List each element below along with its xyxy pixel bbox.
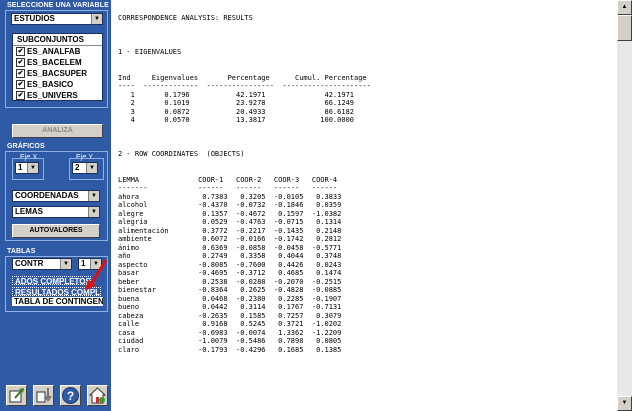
checkbox-checked-icon[interactable]: ✔ [16, 69, 25, 78]
coord-row: calle 0.9168 0.5245 0.3721 -1.0202 [118, 320, 342, 328]
svg-text:?: ? [67, 389, 74, 403]
report-title: CORRESPONDENCE ANALYSIS: RESULTS [118, 14, 253, 22]
option-complete-data[interactable]: ADOS COMPLETOS [12, 276, 91, 285]
help-icon: ? [62, 387, 79, 404]
axis-y-value: 2 [75, 163, 80, 172]
coord-row: aspecto -0.8085 -0.7600 0.4426 0.0243 [118, 260, 342, 269]
chevron-down-icon[interactable]: ▼ [27, 163, 38, 173]
chevron-down-icon[interactable]: ▼ [86, 163, 97, 173]
checkbox-checked-icon[interactable]: ✔ [16, 80, 25, 89]
scroll-down-button[interactable]: ▼ [617, 396, 632, 411]
axis-y-select[interactable]: 2 ▼ [72, 162, 98, 174]
eigenvalues-button[interactable]: AUTOVALORES [12, 224, 100, 238]
coord-row: año 0.2749 0.3358 0.4044 0.3748 [118, 252, 342, 260]
coord-row: alimentación 0.3772 -0.2217 -0.1435 0.21… [118, 226, 342, 235]
red-arrow-icon [85, 259, 108, 291]
tables-frame-label: TABLAS [7, 248, 36, 255]
coord-row: basar -0.4695 -0.3712 0.4685 0.1474 [118, 269, 342, 277]
arrow-down-icon: ▼ [621, 400, 628, 406]
eigen-table-separator: ---- ------------- ---------------- ----… [118, 82, 371, 90]
coord-row: ánimo 0.6369 -0.0858 -0.0458 -0.5771 [118, 243, 342, 252]
variable-select-value: ESTUDIOS [14, 14, 55, 23]
report-area[interactable]: CORRESPONDENCE ANALYSIS: RESULTS 1 - EIG… [111, 0, 617, 411]
coord-row: buena 0.0468 -0.2380 0.2285 -0.1907 [118, 294, 342, 303]
coord-row: bienestar -0.8364 0.2625 -0.4828 -0.0885 [118, 286, 342, 294]
graphics-frame-label: GRÁFICOS [7, 143, 45, 150]
eigen-row: 4 0.0570 13.3817 100.0000 [118, 116, 355, 124]
subsets-header: SUBCONJUNTOS [13, 34, 102, 46]
export-icon [9, 388, 24, 403]
help-button[interactable]: ? [60, 385, 81, 406]
chevron-down-icon[interactable]: ▼ [60, 259, 71, 269]
section-row-coordinates-title: 2 - ROW COORDINATES (OBJECTS) [118, 150, 245, 158]
coord-row: casa -0.6983 -0.0074 1.3362 -1.2209 [118, 328, 342, 337]
eigen-row: 3 0.0872 20.4933 86.6182 [118, 107, 355, 116]
coord-table-separator: ------- ------ ------ ------ ------ [118, 184, 338, 192]
chevron-down-icon[interactable]: ▼ [91, 14, 102, 24]
home-button[interactable] [87, 385, 108, 406]
import-button[interactable] [33, 385, 54, 406]
lemmas-select-value: LEMAS [15, 207, 43, 216]
vertical-scrollbar[interactable]: ▲ ▼ [617, 0, 632, 411]
coord-row: bueno 0.0442 0.3114 0.1767 -0.7131 [118, 303, 342, 311]
chevron-down-icon[interactable]: ▼ [88, 191, 99, 201]
contr-select-value: CONTR [15, 259, 44, 268]
home-icon [88, 387, 107, 404]
variable-select[interactable]: ESTUDIOS ▼ [11, 13, 103, 25]
subset-label: ES_BACSUPER [27, 69, 88, 78]
coord-row: beber 0.2538 -0.0288 -0.2070 -0.2515 [118, 277, 342, 286]
eigen-table-header: Ind Eigenvalues Percentage Cumul. Percen… [118, 73, 367, 82]
control-sidebar: SELECCIONE UNA VARIABLE ESTUDIOS ▼ SUBCO… [0, 0, 111, 411]
coord-row: cabeza -0.2635 0.1585 0.7257 0.3079 [118, 311, 342, 320]
axis-x-value: 1 [18, 163, 23, 172]
subset-item[interactable]: ✔ ES_BACSUPER [13, 68, 102, 79]
subsets-listbox[interactable]: SUBCONJUNTOS ✔ ES_ANALFAB ✔ ES_BACELEM ✔ ES… [12, 33, 103, 101]
analyze-button[interactable]: ANALIZA [12, 124, 103, 138]
subset-label: ES_ANALFAB [27, 47, 81, 56]
coord-row: ambiente 0.6072 -0.0166 -0.1742 0.2812 [118, 235, 342, 243]
arrow-up-icon: ▲ [621, 4, 628, 10]
checkbox-checked-icon[interactable]: ✔ [16, 47, 25, 56]
subset-item[interactable]: ✔ ES_UNIVERS [13, 90, 102, 101]
export-button[interactable] [6, 385, 27, 406]
checkbox-checked-icon[interactable]: ✔ [16, 58, 25, 67]
coordinates-select[interactable]: COORDENADAS ▼ [12, 190, 100, 202]
option-contingency-table[interactable]: TABLA DE CONTINGEN [12, 297, 103, 306]
subset-item[interactable]: ✔ ES_BASICO [13, 79, 102, 90]
subset-label: ES_BASICO [27, 80, 74, 89]
coord-table-header: LEMMA COOR-1 COOR-2 COOR-3 COOR-4 [118, 175, 338, 184]
coord-row: claro -0.1793 -0.4296 0.1685 0.1385 [118, 345, 342, 354]
subset-label: ES_UNIVERS [27, 91, 78, 100]
coord-row: alegría 0.0529 -0.4763 -0.0715 0.1314 [118, 218, 342, 226]
coord-row: alcohol -0.4370 -0.0732 -0.1846 0.0359 [118, 201, 342, 209]
coord-row: ahora 0.7383 0.3205 -0.0105 0.3833 [118, 192, 342, 201]
eigen-row: 1 0.1796 42.1971 42.1971 [118, 90, 355, 99]
section-eigenvalues-title: 1 - EIGENVALUES [118, 48, 182, 56]
subset-item[interactable]: ✔ ES_ANALFAB [13, 46, 102, 57]
lemmas-select[interactable]: LEMAS ▼ [12, 206, 100, 218]
variable-frame-label: SELECCIONE UNA VARIABLE [7, 2, 109, 9]
axis-x-select[interactable]: 1 ▼ [15, 162, 39, 174]
scroll-up-button[interactable]: ▲ [617, 0, 632, 15]
coord-row: alegre 0.1357 -0.4672 0.1597 -1.0382 [118, 209, 342, 218]
report-text: CORRESPONDENCE ANALYSIS: RESULTS 1 - EIG… [118, 14, 371, 354]
coord-row: ciudad -1.0079 -0.5486 0.7898 0.0805 [118, 337, 342, 345]
checkbox-checked-icon[interactable]: ✔ [16, 91, 25, 100]
contr-select[interactable]: CONTR ▼ [12, 258, 72, 270]
subset-item[interactable]: ✔ ES_BACELEM [13, 57, 102, 68]
scrollbar-thumb[interactable] [617, 15, 632, 41]
chevron-down-icon[interactable]: ▼ [88, 207, 99, 217]
import-icon [36, 388, 52, 403]
eigen-row: 2 0.1019 23.9278 66.1249 [118, 99, 355, 107]
coordinates-select-value: COORDENADAS [15, 191, 79, 200]
subset-label: ES_BACELEM [27, 58, 82, 67]
